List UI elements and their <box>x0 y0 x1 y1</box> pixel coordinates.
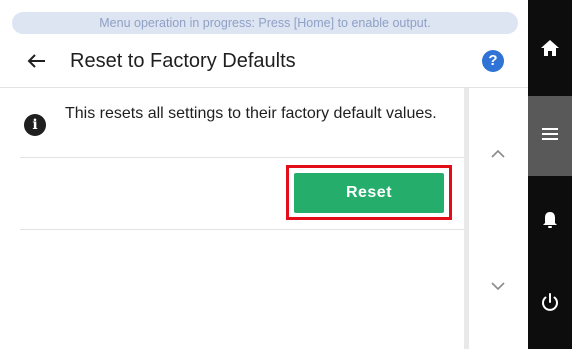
row-divider <box>20 157 464 158</box>
page-title: Reset to Factory Defaults <box>70 50 296 72</box>
scrollbar-track[interactable] <box>464 88 469 349</box>
chevron-down-icon <box>491 282 505 291</box>
status-banner: Menu operation in progress: Press [Home]… <box>12 12 518 34</box>
hamburger-menu-icon <box>542 128 558 140</box>
scroll-column <box>464 88 528 349</box>
question-circle-icon: ? <box>488 52 498 69</box>
arrow-left-icon <box>27 54 45 68</box>
back-button[interactable] <box>22 46 52 76</box>
power-button[interactable] <box>528 264 572 344</box>
bell-icon <box>543 212 557 228</box>
info-text: This resets all settings to their factor… <box>65 105 437 122</box>
side-nav <box>528 0 572 349</box>
menu-button[interactable] <box>528 96 572 176</box>
reset-button[interactable]: Reset <box>294 173 444 213</box>
chevron-up-icon <box>491 149 505 158</box>
main-panel: Menu operation in progress: Press [Home]… <box>0 0 528 349</box>
scroll-down-button[interactable] <box>486 274 510 298</box>
power-icon <box>542 293 558 311</box>
info-row: i This resets all settings to their fact… <box>20 88 464 158</box>
home-icon <box>541 40 559 56</box>
scroll-up-button[interactable] <box>486 142 510 166</box>
home-button[interactable] <box>528 10 572 90</box>
help-button[interactable]: ? <box>482 50 504 72</box>
row-divider <box>20 229 464 230</box>
notifications-button[interactable] <box>528 182 572 262</box>
info-circle-icon: i <box>24 114 46 136</box>
header-bar: Reset to Factory Defaults ? <box>0 40 528 84</box>
content-area: i This resets all settings to their fact… <box>20 88 464 349</box>
